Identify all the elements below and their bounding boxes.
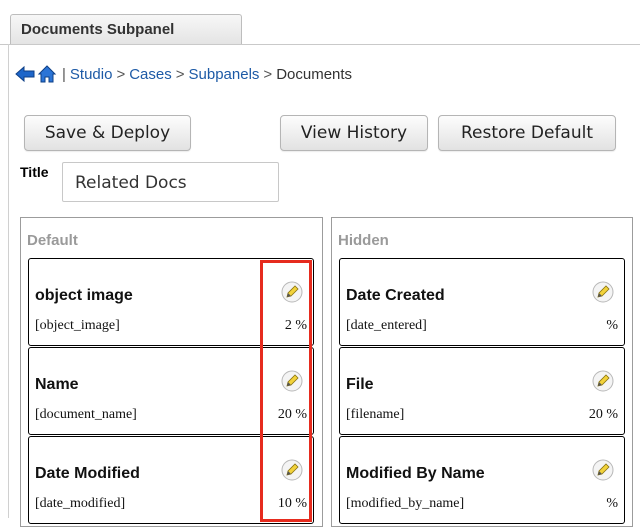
breadcrumb-pipe: |	[62, 65, 66, 83]
left-divider	[8, 44, 9, 518]
field-key: [modified_by_name]	[346, 496, 465, 511]
home-icon[interactable]	[36, 64, 58, 84]
pencil-edit-icon[interactable]	[281, 281, 303, 303]
view-history-button[interactable]: View History	[280, 115, 428, 151]
pencil-edit-icon[interactable]	[281, 459, 303, 481]
field-name: Modified By Name	[346, 465, 485, 482]
top-strip	[0, 0, 640, 10]
field-width: 2 %	[284, 318, 307, 333]
breadcrumb-arrow: >	[263, 65, 273, 83]
field-name: File	[346, 376, 374, 393]
breadcrumb-studio[interactable]: Studio	[70, 66, 113, 83]
field-width: 20 %	[277, 407, 307, 422]
breadcrumb-subpanels[interactable]: Subpanels	[189, 66, 260, 83]
back-arrow-icon[interactable]	[14, 64, 36, 84]
breadcrumb-arrow: >	[116, 65, 126, 83]
field-name: Name	[35, 376, 79, 393]
pencil-edit-icon[interactable]	[592, 281, 614, 303]
field-card-file[interactable]: File [filename] 20 %	[339, 347, 625, 435]
field-width: 10 %	[277, 496, 307, 511]
pencil-edit-icon[interactable]	[281, 370, 303, 392]
field-name: object image	[35, 287, 133, 304]
hidden-panel-heading: Hidden	[338, 232, 389, 249]
default-panel-heading: Default	[27, 232, 78, 249]
field-name: Date Modified	[35, 465, 140, 482]
field-card-name[interactable]: Name [document_name] 20 %	[28, 347, 314, 435]
field-name: Date Created	[346, 287, 445, 304]
tab-divider	[0, 44, 640, 45]
pencil-edit-icon[interactable]	[592, 370, 614, 392]
breadcrumb-arrow: >	[175, 65, 185, 83]
pencil-edit-icon[interactable]	[592, 459, 614, 481]
save-deploy-button[interactable]: Save & Deploy	[24, 115, 191, 151]
field-card-modified-by-name[interactable]: Modified By Name [modified_by_name] %	[339, 436, 625, 524]
field-width: %	[606, 496, 618, 511]
breadcrumb: | Studio > Cases > Subpanels > Documents	[14, 62, 352, 86]
field-card-date-created[interactable]: Date Created [date_entered] %	[339, 258, 625, 346]
field-key: [date_entered]	[346, 318, 427, 333]
title-input[interactable]: Related Docs	[62, 162, 279, 202]
breadcrumb-cases[interactable]: Cases	[129, 66, 172, 83]
breadcrumb-documents: Documents	[276, 65, 353, 83]
field-key: [document_name]	[35, 407, 137, 422]
restore-default-button[interactable]: Restore Default	[438, 115, 616, 151]
field-width: 20 %	[588, 407, 618, 422]
title-label: Title	[20, 164, 49, 180]
field-card-date-modified[interactable]: Date Modified [date_modified] 10 %	[28, 436, 314, 524]
field-width: %	[606, 318, 618, 333]
field-key: [object_image]	[35, 318, 120, 333]
field-key: [date_modified]	[35, 496, 126, 511]
field-key: [filename]	[346, 407, 405, 422]
tab-documents-subpanel[interactable]: Documents Subpanel	[10, 14, 242, 44]
field-card-object-image[interactable]: object image [object_image] 2 %	[28, 258, 314, 346]
